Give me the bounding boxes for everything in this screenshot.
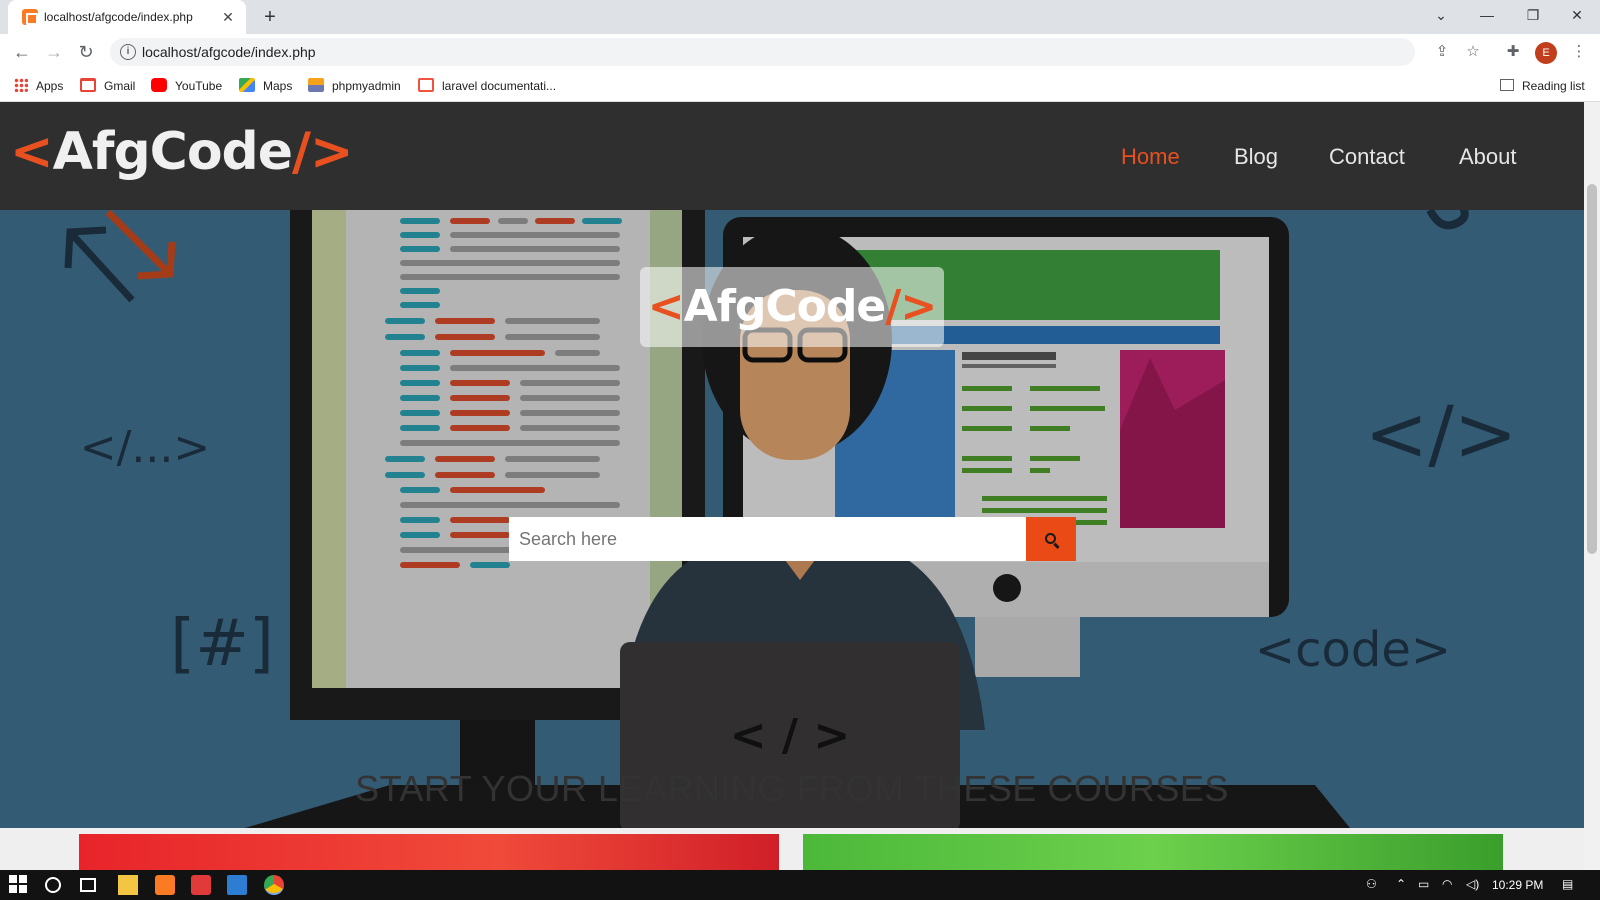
bookmark-apps[interactable]: Apps: [14, 77, 63, 95]
hero-logo: <AfgCode/>: [640, 267, 944, 347]
pdf-app-icon[interactable]: [191, 875, 211, 895]
phpmyadmin-icon: [308, 78, 324, 92]
notifications-icon[interactable]: ▤: [1562, 877, 1573, 891]
reload-icon[interactable]: ↻: [74, 40, 98, 64]
share-icon[interactable]: ⇪: [1432, 42, 1452, 62]
people-icon[interactable]: ⚇: [1366, 877, 1377, 891]
bookmark-laravel[interactable]: laravel documentati...: [418, 77, 556, 95]
nav-blog[interactable]: Blog: [1234, 144, 1278, 170]
bookmark-star-icon[interactable]: ☆: [1463, 42, 1483, 62]
nav-about[interactable]: About: [1459, 144, 1517, 170]
site-header: <AfgCode/> Home Blog Contact About: [0, 102, 1584, 210]
laravel-icon: [418, 78, 434, 92]
nav-contact[interactable]: Contact: [1329, 144, 1405, 170]
reading-list-icon: [1500, 79, 1514, 91]
site-logo[interactable]: <AfgCode/>: [10, 122, 354, 182]
hero-banner: < / > </...> [#] </> <code> <AfgCode/>: [0, 210, 1584, 828]
tab-search-chevron-icon[interactable]: ⌄: [1418, 0, 1464, 30]
gmail-icon: [80, 78, 96, 92]
search-input[interactable]: [509, 517, 1026, 561]
volume-icon[interactable]: ◁): [1466, 877, 1479, 891]
youtube-icon: [151, 78, 167, 92]
url-text: localhost/afgcode/index.php: [142, 44, 316, 60]
forward-arrow-icon[interactable]: →: [42, 40, 66, 64]
taskbar-clock[interactable]: 10:29 PM: [1492, 878, 1543, 892]
store-app-icon[interactable]: [227, 875, 247, 895]
windows-taskbar: ⚇ ⌃ ▭ ◠ ◁) 10:29 PM ▤: [0, 870, 1600, 900]
page-scrollbar[interactable]: [1584, 102, 1600, 870]
maps-icon: [239, 78, 255, 92]
new-tab-plus-icon[interactable]: +: [258, 5, 282, 29]
bookmark-phpmyadmin[interactable]: phpmyadmin: [308, 77, 401, 95]
bookmarks-bar: Apps Gmail YouTube Maps phpmyadmin larav…: [0, 70, 1600, 102]
reading-list-button[interactable]: Reading list: [1500, 77, 1585, 95]
browser-tab[interactable]: localhost/afgcode/index.php ✕: [8, 0, 246, 34]
xampp-favicon-icon: [22, 9, 38, 25]
window-close-icon[interactable]: ✕: [1554, 0, 1600, 30]
cortana-search-icon[interactable]: [45, 877, 61, 893]
minimize-icon[interactable]: —: [1464, 0, 1510, 30]
file-explorer-icon[interactable]: [118, 875, 138, 895]
chrome-taskbar-icon[interactable]: [264, 875, 284, 895]
close-icon[interactable]: ✕: [218, 7, 238, 27]
apps-grid-icon: [14, 78, 28, 92]
browser-window: localhost/afgcode/index.php ✕ + ⌄ — ❐ ✕ …: [0, 0, 1600, 900]
extensions-puzzle-icon[interactable]: ✚: [1503, 42, 1523, 62]
restore-icon[interactable]: ❐: [1510, 0, 1556, 30]
xampp-taskbar-icon[interactable]: [155, 875, 175, 895]
profile-avatar[interactable]: E: [1535, 42, 1557, 64]
windows-start-icon[interactable]: [9, 875, 29, 895]
courses-section-title: START YOUR LEARNING FROM THESE COURSES: [355, 768, 1229, 809]
battery-icon[interactable]: ▭: [1418, 877, 1429, 891]
tab-title: localhost/afgcode/index.php: [44, 10, 193, 24]
course-card-1[interactable]: [79, 834, 779, 870]
bookmark-maps[interactable]: Maps: [239, 77, 292, 95]
task-view-icon[interactable]: [80, 878, 96, 892]
back-arrow-icon[interactable]: ←: [10, 40, 34, 64]
address-bar[interactable]: i localhost/afgcode/index.php: [110, 38, 1415, 66]
bookmark-gmail[interactable]: Gmail: [80, 77, 135, 95]
scrollbar-thumb[interactable]: [1587, 184, 1597, 554]
nav-home[interactable]: Home: [1121, 144, 1180, 170]
bookmark-youtube[interactable]: YouTube: [151, 77, 222, 95]
menu-kebab-icon[interactable]: ⋮: [1569, 42, 1589, 62]
tray-chevron-icon[interactable]: ⌃: [1396, 877, 1406, 891]
search-button[interactable]: [1026, 517, 1076, 561]
search-icon: [1045, 533, 1056, 544]
course-card-2[interactable]: [803, 834, 1503, 870]
page-viewport: <AfgCode/> Home Blog Contact About < / >…: [0, 102, 1584, 870]
tab-strip: localhost/afgcode/index.php ✕ + ⌄ — ❐ ✕: [0, 0, 1600, 34]
site-info-icon[interactable]: i: [120, 44, 136, 60]
browser-toolbar: ← → ↻ i localhost/afgcode/index.php ⇪ ☆ …: [0, 34, 1600, 70]
wifi-icon[interactable]: ◠: [1442, 877, 1452, 891]
